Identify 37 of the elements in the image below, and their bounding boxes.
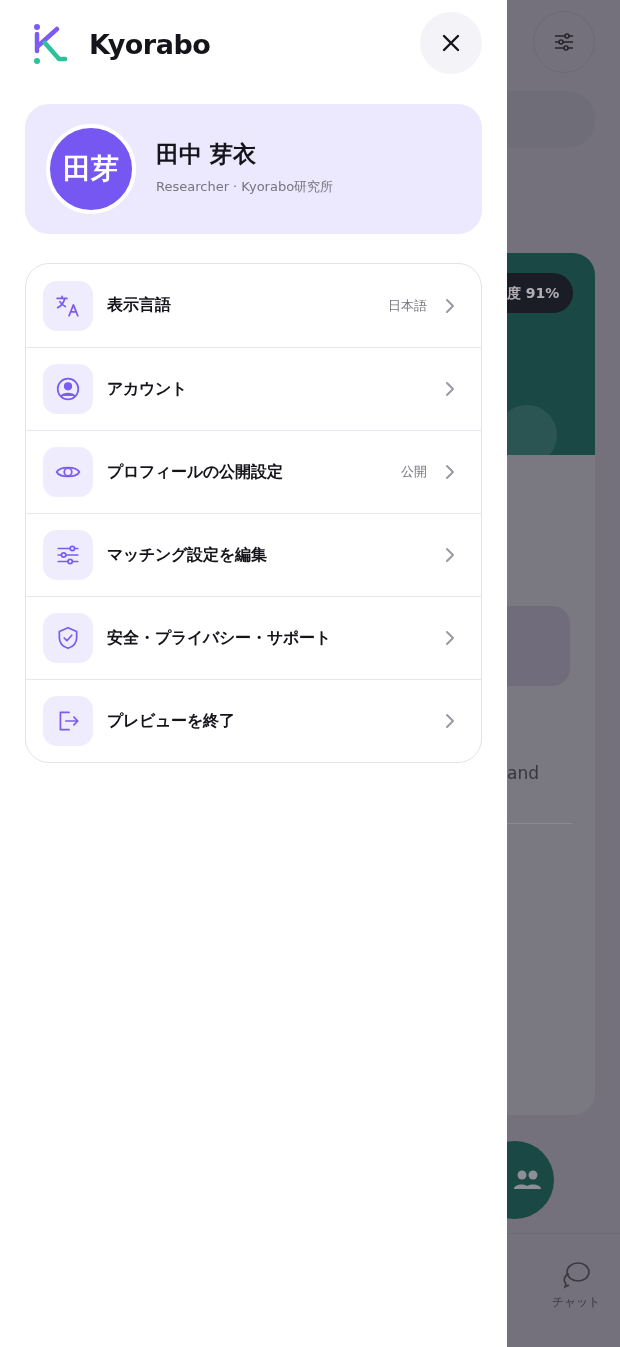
menu-label: アカウント xyxy=(107,378,188,400)
menu-item[interactable]: 安全・プライバシー・サポート xyxy=(26,596,481,679)
menu-value: 公開 xyxy=(401,463,427,481)
menu-item[interactable]: プロフィールの公開設定 公開 xyxy=(26,430,481,513)
settings-icon xyxy=(552,30,576,54)
menu-value: 日本語 xyxy=(388,296,427,315)
account-icon xyxy=(43,364,93,414)
chevron-icon xyxy=(445,297,455,314)
sliders-icon xyxy=(43,530,93,580)
menu-item[interactable]: プレビューを終了 xyxy=(26,679,481,762)
profile-subtitle: Researcher · Kyorabo研究所 xyxy=(156,177,334,196)
people-icon xyxy=(513,1168,543,1192)
avatar: 田芽 xyxy=(46,124,136,214)
close-icon xyxy=(441,33,461,53)
menu-item[interactable]: アカウント xyxy=(26,347,481,430)
chevron-icon xyxy=(445,464,455,480)
chevron-icon xyxy=(445,713,455,729)
chevron-icon xyxy=(445,547,455,563)
menu-item[interactable]: マッチング設定を編集 xyxy=(26,513,481,596)
card-text: and xyxy=(507,763,540,783)
translate-icon xyxy=(43,280,93,331)
menu-label: プレビューを終了 xyxy=(107,710,236,732)
eye-icon xyxy=(43,447,93,497)
menu-label: 安全・プライバシー・サポート xyxy=(107,627,332,649)
chat-icon xyxy=(560,1260,592,1290)
shield-icon xyxy=(43,613,93,663)
menu-label: プロフィールの公開設定 xyxy=(107,461,284,483)
logo-icon xyxy=(33,23,67,65)
menu-label: マッチング設定を編集 xyxy=(107,544,268,566)
menu-label: 表示言語 xyxy=(107,295,172,316)
brand-name: Kyorabo xyxy=(89,28,212,60)
menu-item[interactable]: 表示言語 日本語 xyxy=(26,264,481,347)
profile-name: 田中 芽衣 xyxy=(156,139,257,169)
chevron-icon xyxy=(445,630,455,646)
exit-icon xyxy=(43,696,93,746)
match-badge: 度 91% xyxy=(507,273,574,313)
chevron-icon xyxy=(445,381,455,397)
